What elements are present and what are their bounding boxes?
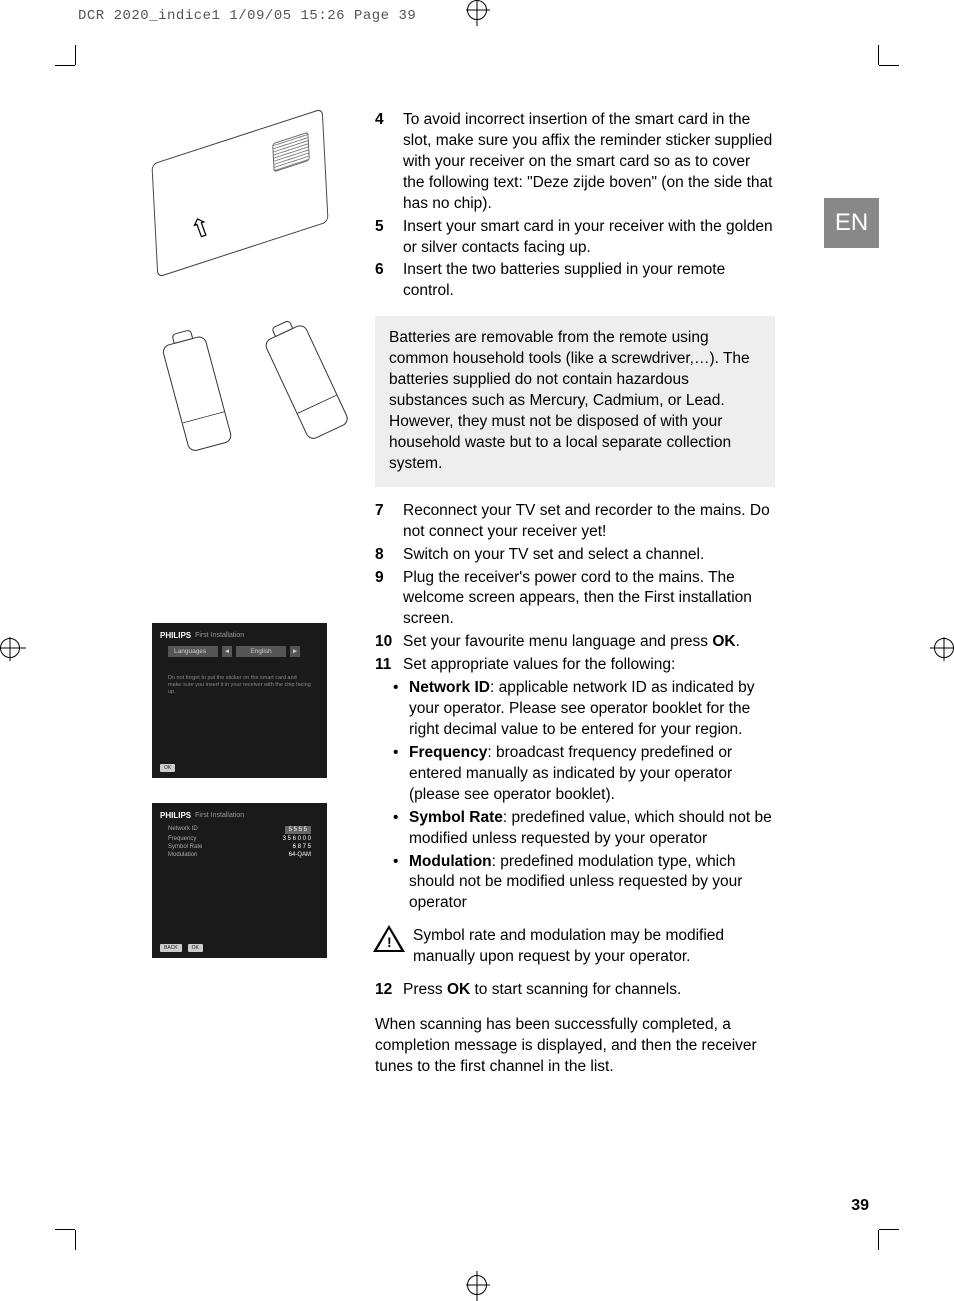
sub-body: Symbol Rate: predefined value, which sho…: [409, 808, 775, 850]
ui-arrow-left: ◄: [222, 646, 232, 657]
ui-title: First Installation: [195, 812, 244, 819]
step-body: Press OK to start scanning for channels.: [403, 980, 775, 1001]
sub-body: Network ID: applicable network ID as ind…: [409, 678, 775, 741]
step-body: Insert the two batteries supplied in you…: [403, 260, 775, 302]
ui-arrow-right: ►: [290, 646, 300, 657]
step-number: 7: [375, 501, 403, 543]
ui-hint: Do not forget to put the sticker on the …: [168, 675, 311, 696]
step-number: 6: [375, 260, 403, 302]
step-12: 12 Press OK to start scanning for channe…: [375, 980, 775, 1001]
step-body: Set your favourite menu language and pre…: [403, 632, 775, 653]
print-header: DCR 2020_indice1 1/09/05 15:26 Page 39: [78, 8, 416, 24]
ui-screenshot-network: PHILIPS First Installation Network ID 5 5…: [152, 803, 327, 958]
step-9: 9Plug the receiver's power cord to the m…: [375, 568, 775, 631]
step-number: 11: [375, 655, 403, 676]
ui-row-label: Frequency: [168, 836, 196, 842]
bullet: •: [393, 678, 409, 741]
step-11: 11Set appropriate values for the followi…: [375, 655, 775, 676]
ui-brand: PHILIPS: [160, 811, 191, 820]
bullet: •: [393, 808, 409, 850]
bullet: •: [393, 743, 409, 806]
corner-mark-tl: [75, 65, 95, 85]
step-10: 10Set your favourite menu language and p…: [375, 632, 775, 653]
main-text-column: 4To avoid incorrect insertion of the sma…: [375, 110, 775, 1078]
step-number: 4: [375, 110, 403, 215]
language-tab: EN: [824, 198, 879, 248]
ui-row-label: Modulation: [168, 852, 197, 858]
ui-back-button: BACK: [160, 944, 182, 952]
ui-row-label: Symbol Rate: [168, 844, 202, 850]
step-number: 8: [375, 545, 403, 566]
ui-row-label: Network ID: [168, 826, 198, 834]
smart-card-illustration: ⇧: [140, 108, 345, 268]
crop-mark-bottom: [467, 1275, 487, 1295]
warning-icon: !: [375, 926, 405, 952]
sub-item: •Modulation: predefined modulation type,…: [393, 852, 775, 915]
step-7: 7Reconnect your TV set and recorder to t…: [375, 501, 775, 543]
note-box: Batteries are removable from the remote …: [375, 316, 775, 486]
corner-mark-tr: [859, 65, 879, 85]
batteries-illustration: [140, 338, 345, 468]
step-body: Set appropriate values for the following…: [403, 655, 775, 676]
sub-item: •Network ID: applicable network ID as in…: [393, 678, 775, 741]
bullet: •: [393, 852, 409, 915]
step-body: Switch on your TV set and select a chann…: [403, 545, 775, 566]
crop-mark-left: [0, 638, 20, 658]
step-4: 4To avoid incorrect insertion of the sma…: [375, 110, 775, 215]
sub-item: •Symbol Rate: predefined value, which sh…: [393, 808, 775, 850]
ui-title: First Installation: [195, 632, 244, 639]
step-5: 5Insert your smart card in your receiver…: [375, 217, 775, 259]
step-number: 12: [375, 980, 403, 1001]
step-body: Insert your smart card in your receiver …: [403, 217, 775, 259]
step-number: 10: [375, 632, 403, 653]
warning-text: Symbol rate and modulation may be modifi…: [413, 926, 775, 968]
step-number: 9: [375, 568, 403, 631]
crop-mark-top: [467, 0, 487, 20]
ui-brand: PHILIPS: [160, 631, 191, 640]
ui-ok-button: OK: [188, 944, 203, 952]
step-8: 8Switch on your TV set and select a chan…: [375, 545, 775, 566]
step-body: Plug the receiver's power cord to the ma…: [403, 568, 775, 631]
sub-body: Frequency: broadcast frequency predefine…: [409, 743, 775, 806]
crop-mark-right: [934, 638, 954, 658]
ui-row-value: 6 8 7 5: [293, 844, 311, 850]
ui-row-value: 3 5 6 0 0 0: [283, 836, 311, 842]
ui-ok-button: OK: [160, 764, 175, 772]
ui-screenshot-language: PHILIPS First Installation Languages ◄ E…: [152, 623, 327, 778]
ui-value: English: [236, 646, 286, 657]
sub-body: Modulation: predefined modulation type, …: [409, 852, 775, 915]
step-body: Reconnect your TV set and recorder to th…: [403, 501, 775, 543]
closing-paragraph: When scanning has been successfully comp…: [375, 1015, 775, 1078]
illustrations-column: ⇧ PHILIPS First Installation Languages ◄…: [140, 108, 345, 958]
step-body: To avoid incorrect insertion of the smar…: [403, 110, 775, 215]
corner-mark-bl: [75, 1210, 95, 1230]
ui-row-value: 64-QAM: [289, 852, 311, 858]
sub-item: •Frequency: broadcast frequency predefin…: [393, 743, 775, 806]
step-number: 5: [375, 217, 403, 259]
page-number: 39: [851, 1197, 869, 1215]
ui-label: Languages: [168, 646, 218, 657]
step-6: 6Insert the two batteries supplied in yo…: [375, 260, 775, 302]
warning-row: ! Symbol rate and modulation may be modi…: [375, 926, 775, 968]
ui-row-value: 5 5 5 5: [285, 826, 311, 834]
